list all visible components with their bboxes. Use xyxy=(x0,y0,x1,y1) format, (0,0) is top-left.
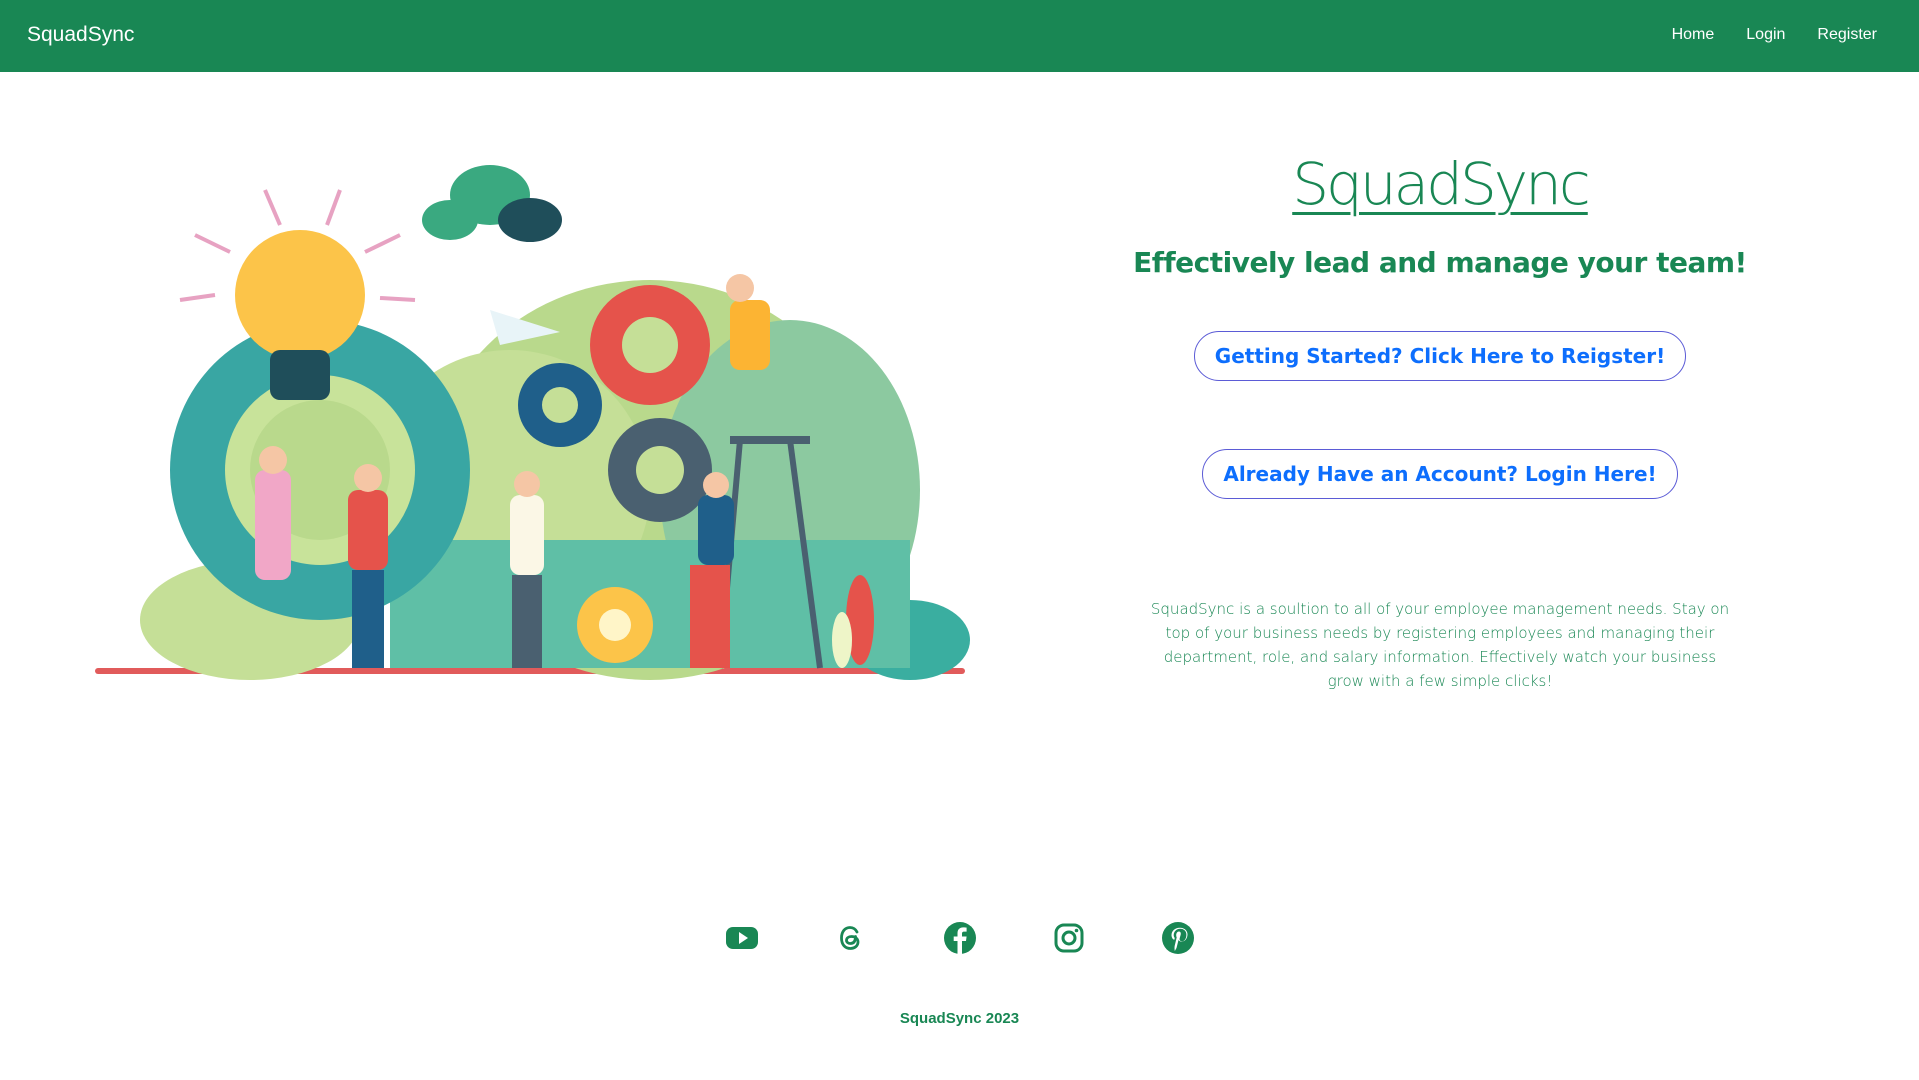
nav-link-home[interactable]: Home xyxy=(1672,26,1715,44)
hero-illustration xyxy=(95,165,970,680)
instagram-icon[interactable] xyxy=(1051,920,1087,956)
nav-link-register[interactable]: Register xyxy=(1817,26,1877,44)
footer-copyright: SquadSync 2023 xyxy=(899,1010,1020,1027)
navbar-brand[interactable]: SquadSync xyxy=(27,23,134,47)
hero-description: SquadSync is a soultion to all of your e… xyxy=(1150,600,1730,690)
facebook-icon[interactable] xyxy=(942,920,978,956)
pinterest-icon[interactable] xyxy=(1160,920,1196,956)
threads-icon[interactable] xyxy=(833,920,869,956)
login-cta-button[interactable]: Already Have an Account? Login Here! xyxy=(1202,449,1678,499)
nav-link-login[interactable]: Login xyxy=(1746,26,1785,44)
register-cta-button[interactable]: Getting Started? Click Here to Reigster! xyxy=(1193,331,1687,381)
nav-links: Home Login Register xyxy=(1672,26,1877,44)
hero-logo: SquadSync xyxy=(1292,150,1591,218)
youtube-icon[interactable] xyxy=(724,920,760,956)
hero-panel: SquadSync Effectively lead and manage yo… xyxy=(1120,140,1760,693)
navbar: SquadSync Home Login Register xyxy=(0,0,1919,72)
hero-tagline: Effectively lead and manage your team! xyxy=(1133,246,1747,279)
social-links xyxy=(0,920,1919,956)
